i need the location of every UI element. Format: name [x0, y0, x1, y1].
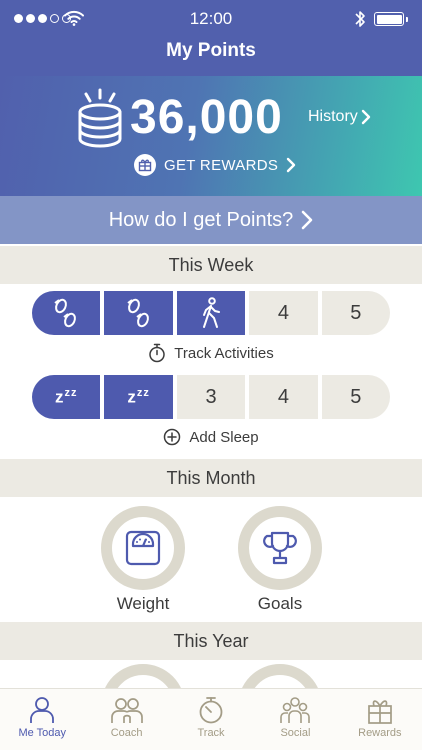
footprints-icon	[54, 298, 77, 328]
activity-segment-3[interactable]	[176, 291, 246, 335]
get-rewards-label: GET REWARDS	[164, 156, 279, 174]
weight-button[interactable]	[101, 506, 185, 590]
get-rewards-link[interactable]: GET REWARDS	[134, 154, 296, 176]
coach-icon	[110, 698, 143, 723]
section-title: This Month	[166, 467, 256, 488]
segment-number: 3	[205, 385, 217, 408]
weight-label: Weight	[116, 594, 170, 613]
segment-number: 5	[350, 301, 362, 324]
tab-track[interactable]: Track	[169, 689, 253, 750]
sleep-segment-5[interactable]: 5	[321, 375, 391, 419]
section-title: This Week	[168, 254, 254, 275]
history-label: History	[308, 108, 358, 125]
activity-segment-1[interactable]	[32, 291, 101, 335]
chevron-right-icon	[361, 109, 370, 125]
segment-number: 5	[350, 385, 362, 408]
tab-social[interactable]: Social	[253, 689, 337, 750]
sleep-tracker: zzz zzz 3 4 5	[32, 375, 391, 419]
history-link[interactable]: History	[308, 108, 371, 126]
section-header-this-year: This Year	[0, 622, 422, 660]
add-sleep-label: Add Sleep	[189, 428, 259, 446]
tab-label: Coach	[110, 727, 143, 739]
chevron-right-icon	[286, 157, 296, 173]
gift-icon	[134, 154, 156, 176]
segment-number: 4	[277, 301, 289, 324]
segment-number: 4	[277, 385, 289, 408]
activity-segment-5[interactable]: 5	[321, 291, 391, 335]
sleep-segment-1[interactable]: zzz	[32, 375, 101, 419]
points-total: 36,000	[130, 91, 283, 144]
gift-icon	[367, 700, 392, 724]
sleep-segment-2[interactable]: zzz	[104, 375, 173, 419]
tab-coach[interactable]: Coach	[84, 689, 168, 750]
points-banner: 36,000 History GET REWARDS	[0, 76, 422, 196]
tab-rewards[interactable]: Rewards	[338, 689, 422, 750]
tab-bar: Me Today Coach Track Social Rewards	[0, 688, 422, 750]
how-to-get-points-label: How do I get Points?	[108, 208, 294, 231]
tab-label: Me Today	[18, 727, 66, 739]
tab-label: Social	[280, 727, 311, 739]
tab-label: Rewards	[358, 727, 402, 739]
tab-me-today[interactable]: Me Today	[0, 689, 84, 750]
how-to-get-points-button[interactable]: How do I get Points?	[0, 196, 422, 244]
activity-segment-4[interactable]: 4	[249, 291, 318, 335]
activity-segment-2[interactable]	[104, 291, 173, 335]
section-title: This Year	[173, 630, 249, 651]
plus-circle-icon	[164, 428, 181, 446]
track-activities-label: Track Activities	[174, 344, 274, 362]
social-icon	[280, 697, 311, 723]
section-header-this-week: This Week	[0, 246, 422, 284]
tab-label: Track	[197, 727, 225, 739]
status-bar: 12:00	[0, 0, 422, 36]
footprints-icon	[127, 298, 149, 328]
sleep-zzz-icon: zzz	[54, 386, 78, 407]
battery-icon	[374, 12, 408, 26]
sleep-segment-3[interactable]: 3	[176, 375, 246, 419]
coins-icon	[78, 88, 122, 148]
walking-person-icon	[203, 297, 221, 328]
stopwatch-icon	[199, 697, 223, 724]
track-activities-link[interactable]: Track Activities	[0, 343, 422, 363]
scale-icon	[125, 530, 161, 566]
page-title: My Points	[166, 40, 256, 61]
goals-button[interactable]	[238, 506, 322, 590]
add-sleep-link[interactable]: Add Sleep	[0, 428, 422, 446]
goals-label: Goals	[257, 594, 303, 613]
header: 12:00 My Points	[0, 0, 422, 76]
trophy-icon	[263, 531, 297, 565]
stopwatch-icon	[149, 343, 166, 363]
section-header-this-month: This Month	[0, 459, 422, 497]
sleep-zzz-icon: zzz	[127, 386, 150, 407]
bluetooth-icon	[355, 11, 365, 27]
chevron-right-icon	[301, 210, 313, 230]
activity-tracker: 4 5	[32, 291, 391, 335]
sleep-segment-4[interactable]: 4	[249, 375, 318, 419]
person-icon	[30, 697, 55, 723]
